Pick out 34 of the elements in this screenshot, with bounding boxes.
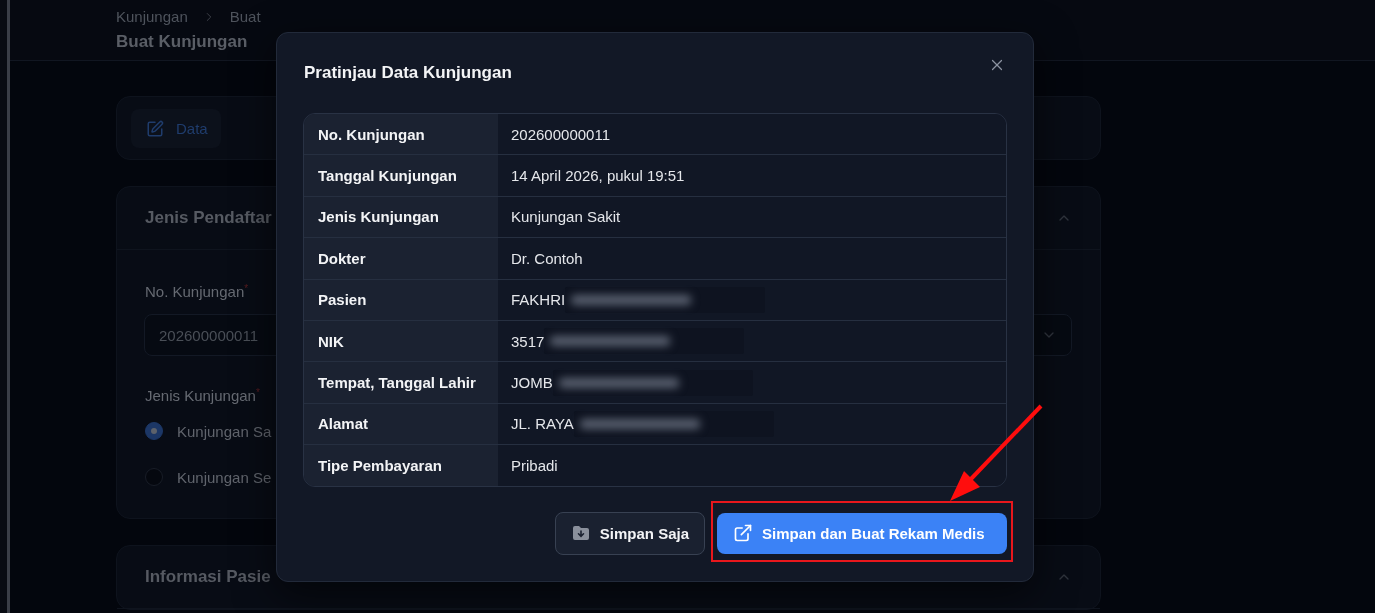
table-value: JL. RAYA — [511, 415, 574, 433]
table-label-cell: NIK — [304, 320, 498, 363]
field-label: Jenis Kunjungan$^{*}$ — [145, 387, 260, 405]
save-only-button[interactable]: Simpan Saja — [554, 511, 705, 555]
table-label-cell: Dokter — [304, 238, 498, 280]
save-and-create-record-button[interactable]: Simpan dan Buat Rekam Medis — [717, 512, 1007, 554]
table-value: 202600000011 — [511, 125, 610, 143]
section-title: Jenis Pendaftar — [145, 208, 272, 228]
radio-label: Kunjungan Sa — [177, 422, 272, 440]
table-label-cell: Jenis Kunjungan — [304, 196, 498, 239]
table-label-cell: Tipe Pembayaran — [304, 445, 498, 486]
table-value: Pribadi — [511, 456, 558, 474]
table-value: Dr. Contoh — [511, 249, 583, 267]
table-label-cell: Tanggal Kunjungan — [304, 155, 498, 197]
field-label: No. Kunjungan$^{*}$ — [145, 283, 249, 301]
table-value: 14 April 2026, pukul 19:51 — [511, 167, 685, 185]
table-label-cell: No. Kunjungan — [304, 114, 498, 156]
table-label-cell: Tempat, Tanggal Lahir — [304, 362, 498, 404]
radio-label: Kunjungan Se — [177, 468, 272, 486]
external-link-icon — [733, 523, 753, 543]
table-value: FAKHRI — [511, 291, 566, 309]
folder-download-icon — [572, 526, 589, 540]
page-title: Buat Kunjungan — [116, 31, 248, 53]
breadcrumb-item[interactable]: Kunjungan — [116, 8, 188, 26]
edit-icon — [146, 119, 164, 138]
table-value: 3517 — [511, 332, 545, 350]
dialog-title: Pratinjau Data Kunjungan — [304, 62, 512, 84]
table-value: Kunjungan Sakit — [511, 208, 621, 226]
table-value: JOMB — [511, 374, 553, 392]
radio-button[interactable] — [145, 422, 163, 440]
section-title: Informasi Pasie — [145, 567, 271, 587]
table-label-cell: Pasien — [304, 279, 498, 321]
breadcrumb-item: Buat — [229, 8, 261, 26]
table-label-cell: Alamat — [304, 403, 498, 446]
